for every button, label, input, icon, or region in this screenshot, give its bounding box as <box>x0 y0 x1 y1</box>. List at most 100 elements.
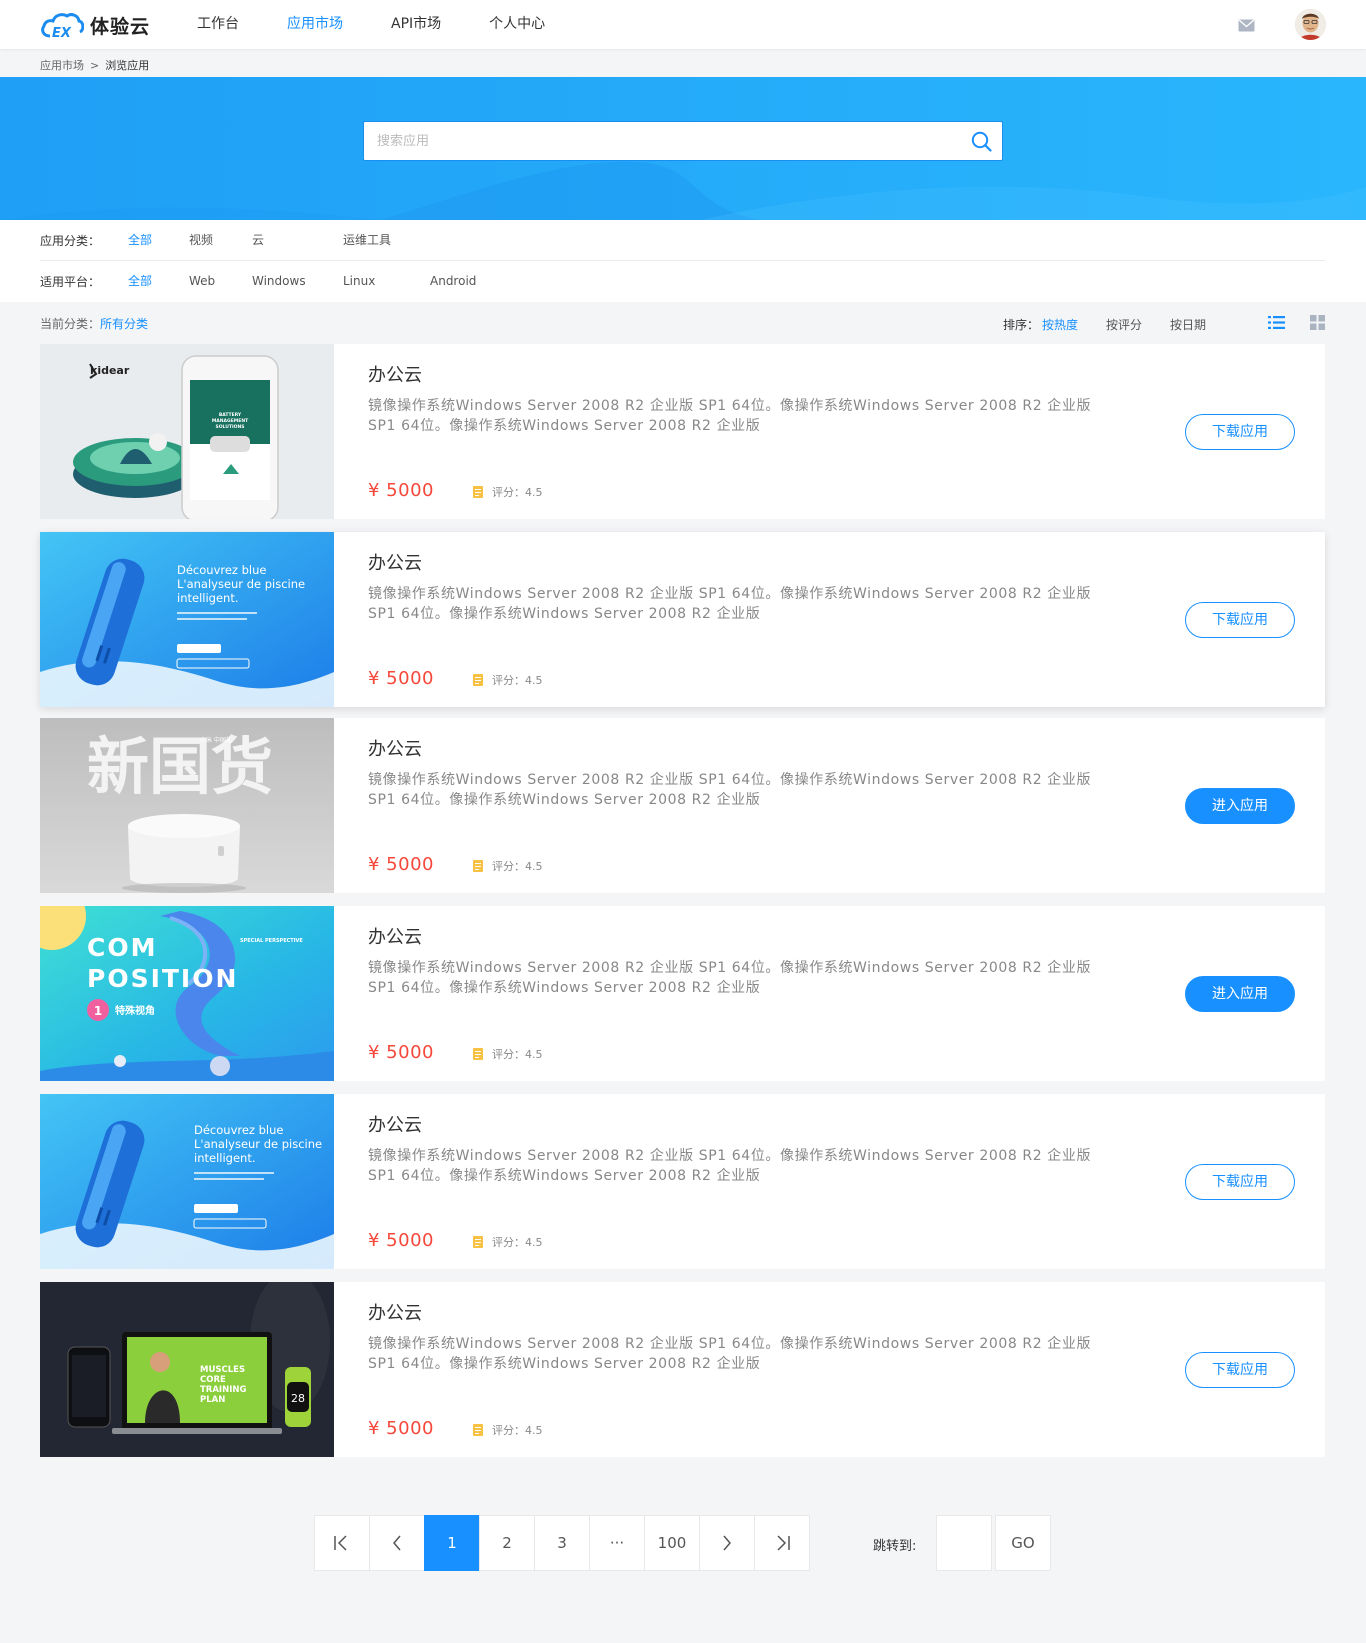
app-card[interactable]: MUSCLES CORE TRAINING PLAN 28 办公云 镜像操作系统… <box>40 1282 1325 1457</box>
svg-text:1: 1 <box>94 1004 102 1018</box>
app-card[interactable]: Découvrez blue L'analyseur de piscine in… <box>40 1094 1325 1269</box>
platform-option-android[interactable]: Android <box>430 261 476 302</box>
current-category: 当前分类：所有分类 <box>40 315 148 332</box>
app-card[interactable]: 新国货 小米 中国礼 办公云 镜像操作系统Windows Server 2008… <box>40 718 1325 893</box>
nav-personal-center[interactable]: 个人中心 <box>489 0 545 49</box>
app-rating-text: 评分：4.5 <box>492 1048 543 1061</box>
download-app-button[interactable]: 下载应用 <box>1185 1352 1295 1388</box>
jump-page-input[interactable] <box>936 1515 992 1571</box>
category-option-ops-tools[interactable]: 运维工具 <box>343 220 391 261</box>
chevron-left-icon <box>393 1535 401 1551</box>
document-icon <box>473 1236 483 1248</box>
svg-text:Découvrez blue: Découvrez blue <box>194 1123 283 1137</box>
app-rating: 评分：4.5 <box>473 1234 543 1250</box>
svg-text:CORE: CORE <box>200 1375 226 1385</box>
page-button[interactable]: 1 <box>424 1515 480 1571</box>
app-thumbnail[interactable]: kidear BATTERY MANAGEMENT SOLUTIONS <box>40 344 334 519</box>
app-title[interactable]: 办公云 <box>368 735 422 761</box>
app-title[interactable]: 办公云 <box>368 1111 422 1137</box>
platform-filter-label: 适用平台： <box>40 275 101 289</box>
search-icon[interactable] <box>971 131 992 152</box>
document-icon <box>473 1424 483 1436</box>
enter-app-button[interactable]: 进入应用 <box>1185 788 1295 824</box>
app-title[interactable]: 办公云 <box>368 1299 422 1325</box>
search-input[interactable] <box>364 122 954 160</box>
app-thumbnail[interactable]: COM POSITION 1 特殊视角 SPECIAL PERSPECTIVE <box>40 906 334 1081</box>
app-thumbnail[interactable]: Découvrez blue L'analyseur de piscine in… <box>40 1094 334 1269</box>
nav-app-market[interactable]: 应用市场 <box>287 0 343 49</box>
enter-app-button[interactable]: 进入应用 <box>1185 976 1295 1012</box>
list-view-icon[interactable] <box>1268 315 1285 330</box>
platform-option-windows[interactable]: Windows <box>252 261 306 302</box>
download-app-button[interactable]: 下载应用 <box>1185 414 1295 450</box>
platform-filter: 适用平台： 全部 Web Windows Linux Android <box>40 261 1325 302</box>
jump-to-label: 跳转到: <box>873 1539 917 1554</box>
app-rating: 评分：4.5 <box>473 1422 543 1438</box>
svg-text:BATTERY: BATTERY <box>219 412 242 418</box>
sort-label: 排序： <box>1003 318 1040 332</box>
svg-text:新国货: 新国货 <box>87 730 273 803</box>
chevron-right-icon <box>723 1535 731 1551</box>
svg-text:特殊视角: 特殊视角 <box>115 1004 155 1017</box>
last-page-icon <box>777 1535 790 1551</box>
app-title[interactable]: 办公云 <box>368 923 422 949</box>
app-rating: 评分：4.5 <box>473 672 543 688</box>
sort-by-rating[interactable]: 按评分 <box>1106 316 1142 333</box>
svg-text:TRAINING: TRAINING <box>200 1385 246 1395</box>
sort-by-date[interactable]: 按日期 <box>1170 316 1206 333</box>
filter-panel: 应用分类： 全部 视频 云 运维工具 适用平台： 全部 Web Windows … <box>0 220 1366 302</box>
app-thumbnail[interactable]: Découvrez blue L'analyseur de piscine in… <box>40 532 334 707</box>
svg-text:Découvrez blue: Découvrez blue <box>177 563 266 577</box>
nav-workbench[interactable]: 工作台 <box>197 0 239 49</box>
logo[interactable]: EX 体验云 <box>40 11 150 39</box>
category-option-video[interactable]: 视频 <box>189 220 213 261</box>
page-button[interactable]: 100 <box>644 1515 700 1571</box>
page-button[interactable]: 2 <box>479 1515 535 1571</box>
app-rating-text: 评分：4.5 <box>492 674 543 687</box>
prev-page-button[interactable] <box>369 1515 425 1571</box>
app-description: 镜像操作系统Windows Server 2008 R2 企业版 SP1 64位… <box>368 1148 1092 1184</box>
app-price: ¥ 5000 <box>368 1230 434 1251</box>
breadcrumb-parent[interactable]: 应用市场 <box>40 59 84 72</box>
app-price: ¥ 5000 <box>368 480 434 501</box>
breadcrumb: 应用市场 > 浏览应用 <box>40 57 149 73</box>
sort-by-popularity[interactable]: 按热度 <box>1042 316 1078 333</box>
svg-text:SOLUTIONS: SOLUTIONS <box>215 424 244 430</box>
first-page-button[interactable] <box>314 1515 370 1571</box>
last-page-button[interactable] <box>754 1515 810 1571</box>
app-price: ¥ 5000 <box>368 1042 434 1063</box>
document-icon <box>473 486 483 498</box>
breadcrumb-separator: > <box>90 59 100 72</box>
cloud-logo-icon: EX <box>41 13 84 39</box>
mail-icon[interactable] <box>1238 17 1255 36</box>
platform-option-web[interactable]: Web <box>189 261 215 302</box>
platform-option-linux[interactable]: Linux <box>343 261 375 302</box>
logo-text: 体验云 <box>90 15 151 38</box>
avatar[interactable] <box>1295 9 1326 40</box>
app-card[interactable]: COM POSITION 1 特殊视角 SPECIAL PERSPECTIVE … <box>40 906 1325 1081</box>
app-price: ¥ 5000 <box>368 668 434 689</box>
app-card[interactable]: Découvrez blue L'analyseur de piscine in… <box>40 532 1325 707</box>
svg-text:MUSCLES: MUSCLES <box>200 1365 245 1375</box>
app-title[interactable]: 办公云 <box>368 549 422 575</box>
page-button[interactable]: 3 <box>534 1515 590 1571</box>
next-page-button[interactable] <box>699 1515 755 1571</box>
go-button[interactable]: GO <box>995 1515 1051 1571</box>
category-option-cloud[interactable]: 云 <box>252 220 264 261</box>
search-banner <box>0 77 1366 220</box>
download-app-button[interactable]: 下载应用 <box>1185 1164 1295 1200</box>
grid-view-icon[interactable] <box>1310 315 1325 330</box>
category-filter: 应用分类： 全部 视频 云 运维工具 <box>40 220 1325 261</box>
category-option-all[interactable]: 全部 <box>128 220 152 261</box>
app-card[interactable]: kidear BATTERY MANAGEMENT SOLUTIONS 办公云 … <box>40 344 1325 519</box>
app-thumbnail[interactable]: MUSCLES CORE TRAINING PLAN 28 <box>40 1282 334 1457</box>
current-category-value: 所有分类 <box>100 317 149 331</box>
svg-text:SPECIAL PERSPECTIVE: SPECIAL PERSPECTIVE <box>240 938 303 944</box>
platform-option-all[interactable]: 全部 <box>128 261 152 302</box>
app-thumbnail[interactable]: 新国货 小米 中国礼 <box>40 718 334 893</box>
nav-api-market[interactable]: API市场 <box>391 0 441 49</box>
app-title[interactable]: 办公云 <box>368 361 422 387</box>
document-icon <box>473 1048 483 1060</box>
svg-text:POSITION: POSITION <box>87 964 238 993</box>
download-app-button[interactable]: 下载应用 <box>1185 602 1295 638</box>
